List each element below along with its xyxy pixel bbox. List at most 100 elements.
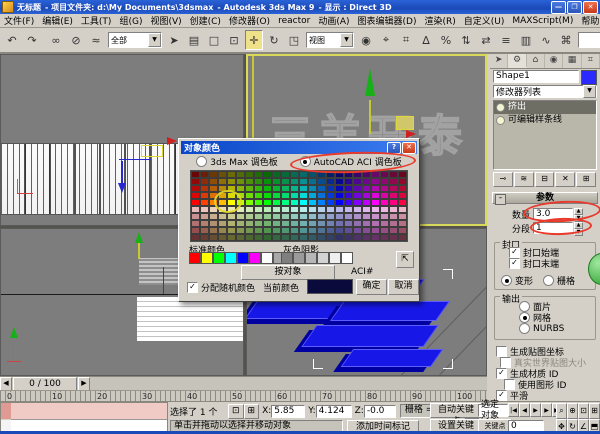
aci-color-cell[interactable] [380, 206, 389, 213]
aci-color-cell[interactable] [389, 234, 398, 241]
aci-color-cell[interactable] [245, 178, 254, 185]
aci-color-cell[interactable] [272, 171, 281, 178]
aci-color-cell[interactable] [299, 220, 308, 227]
aci-color-cell[interactable] [272, 206, 281, 213]
aci-color-cell[interactable] [191, 206, 200, 213]
align-icon[interactable]: ≡ [497, 30, 515, 50]
aci-color-cell[interactable] [326, 220, 335, 227]
zoom-extents-all-icon[interactable]: ⊞ [589, 403, 600, 419]
angle-snap-icon[interactable]: ∆ [417, 30, 435, 50]
aci-color-cell[interactable] [326, 192, 335, 199]
aci-color-cell[interactable] [335, 234, 344, 241]
object-color-swatch[interactable] [581, 70, 597, 85]
assign-random-checkbox[interactable]: ✓ [187, 282, 198, 293]
menu-item-2[interactable]: 工具(T) [77, 14, 116, 27]
aci-color-cell[interactable] [254, 171, 263, 178]
aci-color-cell[interactable] [263, 220, 272, 227]
aci-color-cell[interactable] [218, 206, 227, 213]
standard-color-swatch[interactable] [249, 252, 261, 264]
aci-color-cell[interactable] [371, 178, 380, 185]
aci-color-cell[interactable] [281, 234, 290, 241]
aci-color-cell[interactable] [362, 213, 371, 220]
menu-item-1[interactable]: 编辑(E) [38, 14, 77, 27]
aci-color-cell[interactable] [218, 220, 227, 227]
amount-field[interactable]: 3.0 [533, 208, 573, 220]
aci-color-cell[interactable] [362, 171, 371, 178]
radio-icon[interactable] [501, 275, 512, 286]
aci-color-cell[interactable] [227, 199, 236, 206]
aci-color-cell[interactable] [317, 206, 326, 213]
checkbox-icon[interactable]: ✓ [509, 258, 520, 269]
aci-color-cell[interactable] [290, 192, 299, 199]
aci-color-cell[interactable] [353, 227, 362, 234]
aci-color-cell[interactable] [236, 178, 245, 185]
selection-lock-icon[interactable]: ⊡ [228, 404, 244, 419]
aci-color-cell[interactable] [254, 213, 263, 220]
aci-color-cell[interactable] [254, 220, 263, 227]
aci-color-cell[interactable] [272, 185, 281, 192]
aci-color-cell[interactable] [245, 206, 254, 213]
aci-color-cell[interactable] [353, 220, 362, 227]
aci-color-cell[interactable] [191, 185, 200, 192]
aci-color-cell[interactable] [272, 192, 281, 199]
standard-color-swatch[interactable] [261, 252, 273, 264]
aci-color-cell[interactable] [290, 178, 299, 185]
aci-color-cell[interactable] [236, 220, 245, 227]
aci-color-cell[interactable] [299, 185, 308, 192]
time-forward-button[interactable]: ▶ [78, 377, 90, 391]
aci-color-cell[interactable] [398, 220, 407, 227]
aci-color-cell[interactable] [362, 227, 371, 234]
collapse-icon[interactable]: - [495, 194, 506, 205]
visibility-bulb-icon[interactable] [496, 116, 505, 125]
aci-color-cell[interactable] [362, 199, 371, 206]
aci-color-cell[interactable] [353, 171, 362, 178]
aci-color-cell[interactable] [272, 227, 281, 234]
aci-color-cell[interactable] [227, 192, 236, 199]
aci-color-cell[interactable] [308, 206, 317, 213]
prev-frame-icon[interactable]: ◀ [519, 403, 530, 417]
aci-color-grid[interactable] [190, 170, 408, 242]
aci-color-cell[interactable] [290, 206, 299, 213]
cap-checkbox[interactable]: ✓封口末端 [509, 258, 559, 269]
unlink-icon[interactable]: ⊘ [67, 30, 85, 50]
aci-color-cell[interactable] [299, 206, 308, 213]
aci-color-cell[interactable] [389, 185, 398, 192]
gizmo-plane-handle[interactable] [396, 116, 414, 130]
aci-color-cell[interactable] [263, 199, 272, 206]
tab-utilities[interactable]: ⌗ [582, 54, 600, 68]
aci-color-cell[interactable] [200, 213, 209, 220]
aci-color-cell[interactable] [299, 234, 308, 241]
aci-color-cell[interactable] [245, 213, 254, 220]
visibility-bulb-icon[interactable] [496, 103, 505, 112]
aci-color-cell[interactable] [281, 199, 290, 206]
aci-color-cell[interactable] [263, 192, 272, 199]
aci-color-cell[interactable] [335, 227, 344, 234]
aci-color-cell[interactable] [371, 213, 380, 220]
aci-color-cell[interactable] [317, 227, 326, 234]
tab-display[interactable]: ▦ [563, 54, 581, 68]
aci-color-cell[interactable] [398, 213, 407, 220]
aci-color-cell[interactable] [254, 192, 263, 199]
aci-color-cell[interactable] [236, 206, 245, 213]
dialog-help-button[interactable]: ? [387, 142, 401, 154]
zoom-extents-icon[interactable]: ⊡ [578, 403, 589, 419]
aci-color-cell[interactable] [344, 192, 353, 199]
aci-color-cell[interactable] [227, 234, 236, 241]
aci-color-cell[interactable] [209, 227, 218, 234]
radio-icon[interactable] [519, 312, 530, 323]
aci-color-cell[interactable] [218, 185, 227, 192]
aci-color-cell[interactable] [326, 199, 335, 206]
menu-item-11[interactable]: 自定义(U) [460, 14, 509, 27]
gray-shade-swatch[interactable] [305, 252, 317, 264]
aci-color-cell[interactable] [281, 178, 290, 185]
gray-shade-swatch[interactable] [317, 252, 329, 264]
select-manipulate-icon[interactable]: ⌖ [377, 30, 395, 50]
by-object-button[interactable]: 按对象 [241, 265, 335, 280]
gray-shades-row[interactable] [281, 252, 353, 264]
aci-color-cell[interactable] [200, 234, 209, 241]
mini-script-listener[interactable] [0, 402, 168, 434]
modifier-list-dropdown[interactable]: 修改器列表 ▼ [493, 85, 597, 98]
aci-color-cell[interactable] [191, 227, 200, 234]
time-back-button[interactable]: ◀ [0, 377, 12, 391]
aci-color-cell[interactable] [317, 185, 326, 192]
